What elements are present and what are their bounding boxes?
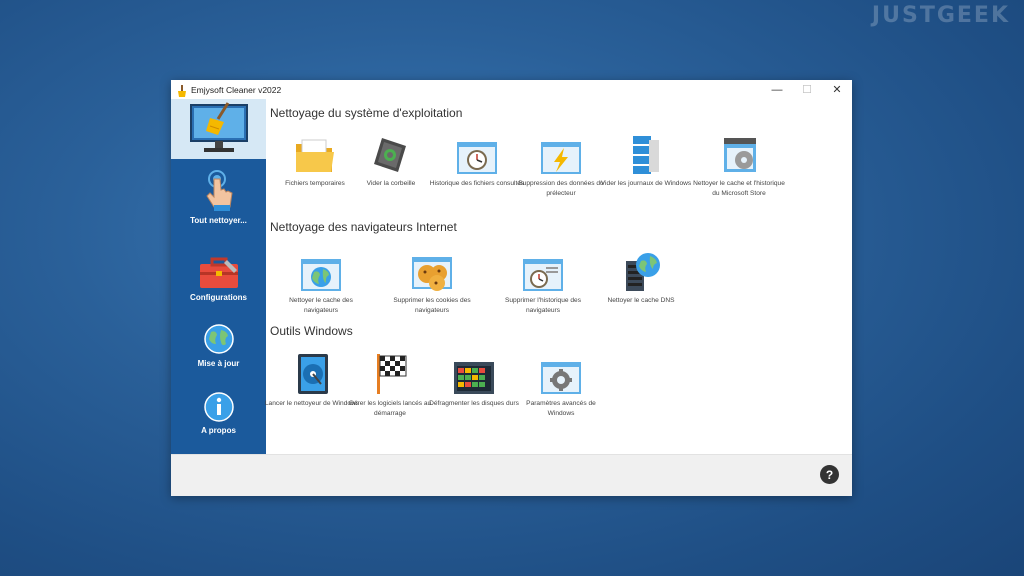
maximize-button[interactable]: ☐ bbox=[792, 80, 822, 99]
disk-cleaner-icon bbox=[298, 354, 328, 394]
logs-icon bbox=[633, 136, 659, 174]
globe-window-icon bbox=[301, 259, 341, 291]
globe-icon bbox=[203, 324, 234, 354]
dns-server-icon bbox=[626, 253, 660, 291]
defrag-icon bbox=[454, 362, 494, 394]
tool-dns-cache[interactable]: Nettoyer le cache DNS bbox=[592, 249, 690, 306]
tool-browser-history[interactable]: Supprimer l'historique des navigateurs bbox=[494, 249, 592, 315]
recycle-bin-icon bbox=[374, 138, 406, 172]
tool-label: Supprimer les cookies des navigateurs bbox=[393, 297, 471, 314]
touch-hand-icon bbox=[205, 170, 233, 211]
sidebar-item-label: Configurations bbox=[190, 293, 247, 302]
tool-label: Supprimer l'historique des navigateurs bbox=[504, 297, 582, 314]
tool-store-cache[interactable]: Nettoyer le cache et l'historique du Mic… bbox=[690, 132, 788, 198]
section-title-os: Nettoyage du système d'exploitation bbox=[270, 106, 463, 120]
tool-label: Suppression des données du prélecteur bbox=[518, 180, 604, 197]
sidebar-item-about[interactable]: A propos bbox=[171, 391, 266, 435]
section-title-windows-tools: Outils Windows bbox=[270, 324, 353, 338]
section-title-browsers: Nettoyage des navigateurs Internet bbox=[270, 220, 457, 234]
clock-window-icon bbox=[457, 142, 497, 174]
history-window-icon bbox=[523, 259, 563, 291]
sidebar-item-label: A propos bbox=[201, 426, 236, 435]
sidebar: Tout nettoyer... Configurations Mise à j… bbox=[171, 99, 266, 454]
store-cache-icon bbox=[724, 138, 756, 172]
sidebar-item-label: Tout nettoyer... bbox=[190, 216, 247, 225]
window-title: Emjysoft Cleaner v2022 bbox=[191, 84, 282, 95]
footer-bar: ? bbox=[171, 454, 852, 496]
checkered-flag-icon bbox=[377, 354, 407, 394]
tool-label: Vider les journaux de Windows bbox=[600, 180, 692, 187]
app-window: Emjysoft Cleaner v2022 — ☐ ✕ Tout nettoy… bbox=[171, 80, 852, 496]
lightning-window-icon bbox=[541, 142, 581, 174]
sidebar-item-update[interactable]: Mise à jour bbox=[171, 322, 266, 368]
main-content: Nettoyage du système d'exploitation Fich… bbox=[265, 99, 852, 454]
tool-windows-logs[interactable]: Vider les journaux de Windows bbox=[597, 132, 695, 189]
tool-label: Vider la corbeille bbox=[366, 180, 416, 187]
tool-recycle-bin[interactable]: Vider la corbeille bbox=[342, 132, 440, 189]
tool-label: Défragmenter les disques durs bbox=[429, 400, 519, 407]
watermark: JUSTGEEK bbox=[871, 3, 1010, 28]
minimize-button[interactable]: — bbox=[762, 80, 792, 99]
monitor-broom-icon bbox=[189, 102, 248, 152]
tool-defragment[interactable]: Défragmenter les disques durs bbox=[425, 352, 523, 409]
cookies-icon bbox=[412, 257, 452, 291]
broom-app-icon bbox=[177, 84, 187, 97]
tool-advanced-settings[interactable]: Paramètres avancés de Windows bbox=[512, 352, 610, 418]
gear-window-icon bbox=[541, 362, 581, 394]
title-bar: Emjysoft Cleaner v2022 — ☐ ✕ bbox=[171, 80, 852, 99]
info-icon bbox=[203, 392, 234, 422]
tool-label: Nettoyer le cache DNS bbox=[607, 297, 675, 304]
tool-label: Nettoyer le cache des navigateurs bbox=[289, 297, 353, 314]
sidebar-item-configurations[interactable]: Configurations bbox=[171, 256, 266, 302]
tool-browser-cookies[interactable]: Supprimer les cookies des navigateurs bbox=[383, 249, 481, 315]
tool-prefetch[interactable]: Suppression des données du prélecteur bbox=[512, 132, 610, 198]
folder-icon bbox=[296, 139, 334, 172]
help-button[interactable]: ? bbox=[820, 465, 839, 484]
sidebar-item-clean-all[interactable]: Tout nettoyer... bbox=[171, 169, 266, 225]
tool-browser-cache[interactable]: Nettoyer le cache des navigateurs bbox=[272, 249, 370, 315]
toolbox-icon bbox=[199, 257, 238, 288]
tool-label: Nettoyer le cache et l'historique du Mic… bbox=[693, 180, 785, 197]
sidebar-logo bbox=[171, 99, 266, 159]
sidebar-item-label: Mise à jour bbox=[197, 359, 240, 368]
tool-label: Paramètres avancés de Windows bbox=[526, 400, 596, 417]
close-button[interactable]: ✕ bbox=[822, 80, 852, 99]
